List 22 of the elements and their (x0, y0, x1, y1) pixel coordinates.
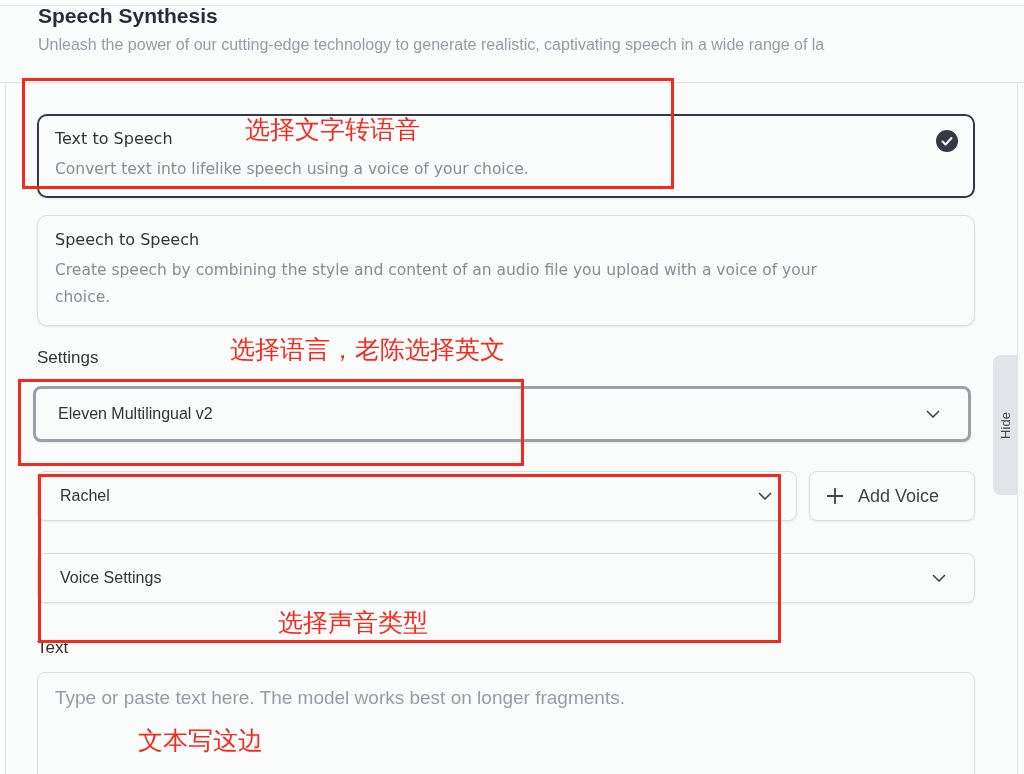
check-circle-icon (936, 130, 958, 152)
hide-tab[interactable]: Hide (993, 355, 1017, 495)
mode-description: Create speech by combining the style and content of an audio file you upload with a voice of your choice. (55, 260, 818, 308)
mode-title: Text to Speech (55, 129, 173, 148)
voice-settings-dropdown[interactable]: Voice Settings (37, 553, 975, 603)
plus-icon (826, 487, 844, 505)
annotation-text: 文本写这边 (138, 725, 263, 757)
page-title: Speech Synthesis (38, 4, 219, 28)
chevron-down-icon (926, 410, 940, 418)
mode-title: Speech to Speech (55, 230, 200, 249)
mode-option-card[interactable]: Speech to Speech Create speech by combining the style and content of an audio file you upload with a voice of your choice. (37, 215, 975, 326)
settings-label: Settings (37, 348, 99, 368)
annotation-text: 选择文字转语音 (245, 114, 420, 146)
annotation-text: 选择声音类型 (278, 607, 428, 639)
page-subtitle: Unleash the power of our cutting-edge technology to generate realistic, captivating speech in a wide range of la (38, 36, 826, 54)
chevron-down-icon (932, 574, 946, 582)
voice-dropdown[interactable]: Rachel (37, 471, 797, 521)
annotation-text: 选择语言，老陈选择英文 (230, 334, 505, 366)
model-dropdown[interactable]: Eleven Multilingual v2 (33, 386, 971, 442)
mode-description: Convert text into lifelike speech using a voice of your choice. (55, 159, 529, 180)
add-voice-button[interactable]: Add Voice (809, 471, 975, 521)
chevron-down-icon (758, 492, 772, 500)
